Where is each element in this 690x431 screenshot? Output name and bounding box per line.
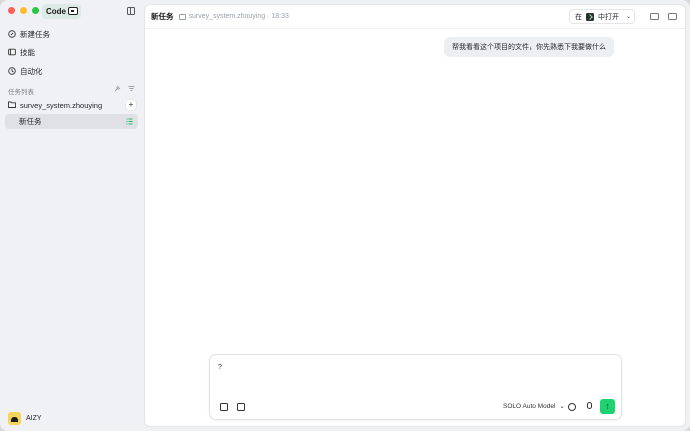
terminal-panel-icon[interactable] bbox=[650, 13, 659, 20]
sidebar: Code 新建任务 技能 自动化 任务列表 survey_system.zhou… bbox=[0, 0, 143, 431]
new-task-icon bbox=[8, 30, 16, 38]
sidebar-item-label: 自动化 bbox=[20, 66, 43, 76]
model-name: SOLO Auto Model bbox=[503, 402, 556, 410]
user-profile[interactable]: AIZY bbox=[8, 412, 42, 425]
skills-icon bbox=[8, 48, 16, 56]
folder-icon bbox=[8, 101, 16, 110]
sidebar-item-new-task[interactable]: 新建任务 bbox=[8, 27, 50, 41]
pin-icon[interactable] bbox=[114, 85, 121, 94]
terminal-icon bbox=[586, 12, 594, 21]
model-selector[interactable]: SOLO Auto Model ⌄ bbox=[503, 402, 565, 411]
open-in-terminal-button[interactable]: 在 中打开 ⌄ bbox=[569, 9, 635, 24]
sidebar-item-automation[interactable]: 自动化 bbox=[8, 64, 43, 78]
chevron-down-icon: ⌄ bbox=[626, 14, 632, 20]
microphone-icon[interactable] bbox=[587, 402, 592, 409]
clock-icon bbox=[8, 67, 16, 75]
avatar bbox=[8, 412, 21, 425]
task-list-actions bbox=[114, 85, 135, 94]
open-in-prefix: 在 bbox=[575, 13, 582, 21]
mode-code-label: Code bbox=[46, 7, 66, 16]
chevron-down-icon: ⌄ bbox=[559, 403, 565, 410]
user-message-bubble: 帮我看看这个项目的文件，你先熟悉下我要做什么 bbox=[444, 37, 614, 57]
app-window: Code 新建任务 技能 自动化 任务列表 survey_system.zhou… bbox=[0, 0, 690, 431]
add-task-button[interactable]: + bbox=[126, 100, 136, 110]
user-name: AIZY bbox=[26, 415, 42, 422]
layout-panel-icon[interactable] bbox=[668, 13, 677, 20]
send-button[interactable]: ↑ bbox=[600, 399, 615, 414]
user-message-text: 帮我看看这个项目的文件，你先熟悉下我要做什么 bbox=[452, 44, 606, 51]
image-attach-icon[interactable] bbox=[237, 403, 245, 411]
main-panel: 新任务 survey_system.zhouying · 18:33 在 中打开… bbox=[144, 4, 686, 427]
composer-input[interactable]: ? bbox=[218, 364, 222, 371]
chat-mode-icon[interactable] bbox=[568, 403, 576, 411]
task-label: 新任务 bbox=[19, 117, 42, 126]
sidebar-toggle-icon[interactable] bbox=[127, 7, 135, 15]
project-folder[interactable]: survey_system.zhouying + bbox=[8, 98, 138, 112]
breadcrumb: survey_system.zhouying · 18:33 bbox=[188, 13, 289, 20]
chat-composer[interactable]: ? SOLO Auto Model ⌄ ↑ bbox=[209, 354, 622, 420]
maximize-window-button[interactable] bbox=[32, 7, 39, 14]
sidebar-item-label: 技能 bbox=[20, 47, 35, 57]
task-list-icon[interactable] bbox=[126, 118, 133, 125]
task-list-heading: 任务列表 bbox=[8, 89, 34, 96]
keyboard-icon[interactable] bbox=[68, 7, 78, 15]
window-controls bbox=[8, 7, 39, 14]
top-bar: 新任务 survey_system.zhouying · 18:33 在 中打开… bbox=[145, 5, 685, 29]
sidebar-item-skills[interactable]: 技能 bbox=[8, 45, 35, 59]
sidebar-item-label: 新建任务 bbox=[20, 29, 50, 39]
project-name: survey_system.zhouying bbox=[20, 100, 103, 110]
mode-toggle[interactable]: Code bbox=[42, 4, 81, 19]
open-in-suffix: 中打开 bbox=[598, 13, 619, 21]
slash-command-icon[interactable] bbox=[220, 403, 228, 411]
filter-icon[interactable] bbox=[128, 85, 135, 94]
minimize-window-button[interactable] bbox=[20, 7, 27, 14]
task-list-item[interactable]: 新任务 bbox=[5, 114, 138, 129]
close-window-button[interactable] bbox=[8, 7, 15, 14]
folder-icon bbox=[178, 13, 186, 20]
page-title: 新任务 bbox=[151, 12, 174, 21]
